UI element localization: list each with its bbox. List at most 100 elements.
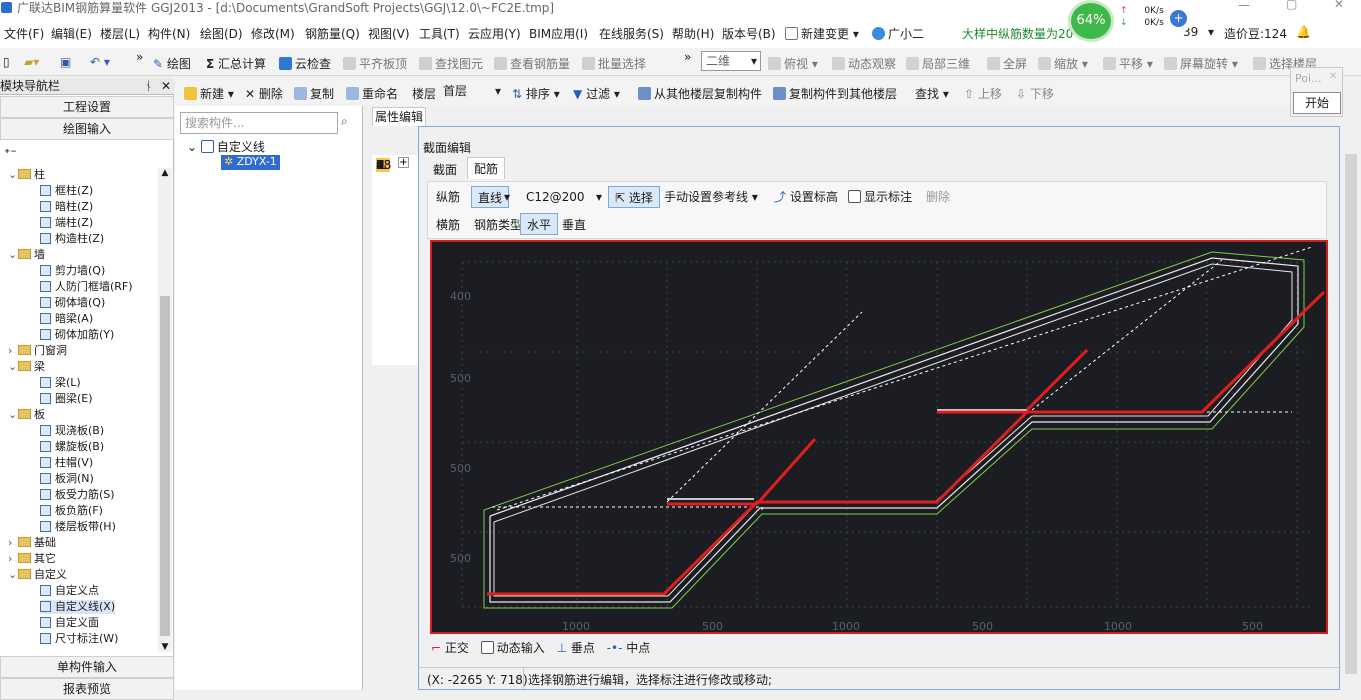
toolbar1-more-icon[interactable]: » bbox=[684, 50, 691, 64]
tree-item[interactable]: 圈梁(E) bbox=[40, 392, 93, 406]
tree-item[interactable]: 自定义点 bbox=[40, 584, 99, 598]
tree-item[interactable]: 楼层板带(H) bbox=[40, 520, 116, 534]
tree-child-zdyx1[interactable]: ✲ ZDYX-1 bbox=[221, 155, 280, 170]
menu-new-change[interactable]: 新建变更 ▾ bbox=[785, 25, 859, 42]
menu-file[interactable]: 文件(F) bbox=[4, 25, 44, 42]
delete-button[interactable]: ✕ 删除 bbox=[245, 85, 283, 102]
menu-assistant[interactable]: 广小二 bbox=[872, 25, 924, 42]
tree-item[interactable]: 板负筋(F) bbox=[40, 504, 103, 518]
scroll-down-icon[interactable]: ▼ bbox=[158, 642, 172, 652]
menu-view[interactable]: 视图(V) bbox=[368, 25, 410, 42]
menu-modify[interactable]: 修改(M) bbox=[251, 25, 295, 42]
tree-scrollbar[interactable]: ▲ ▼ bbox=[158, 168, 172, 652]
rotate-button[interactable]: 屏幕旋转 ▾ bbox=[1164, 55, 1238, 72]
rename-button[interactable]: 重命名 bbox=[346, 85, 398, 102]
tree-root[interactable]: ⌄ 自定义线 bbox=[187, 138, 265, 155]
plus-icon[interactable]: + bbox=[1170, 10, 1187, 27]
dynamic-view-button[interactable]: 动态观察 bbox=[832, 55, 896, 72]
ortho-button[interactable]: ⌐ 正交 bbox=[431, 641, 469, 655]
find-button[interactable]: 查找 ▾ bbox=[915, 85, 949, 102]
menu-cloud[interactable]: 云应用(Y) bbox=[468, 25, 521, 42]
tree-folder[interactable]: › 门窗洞 bbox=[8, 344, 67, 358]
popup-close-icon[interactable]: ✕ bbox=[1329, 71, 1337, 82]
sort-button[interactable]: ⇅ 排序 ▾ bbox=[512, 85, 560, 102]
network-widget[interactable]: 64% ↑ 0K/s ↓ 0K/s + bbox=[1068, 0, 1196, 42]
tree-item[interactable]: 暗柱(Z) bbox=[40, 200, 93, 214]
new-file-icon[interactable]: ▯ bbox=[3, 55, 10, 69]
tree-item[interactable]: 尺寸标注(W) bbox=[40, 632, 118, 646]
expand-icon[interactable]: › bbox=[8, 344, 18, 358]
dynamic-input-button[interactable]: 动态输入 bbox=[480, 641, 545, 655]
search-icon[interactable]: ⌕ bbox=[341, 114, 348, 129]
expand-icon[interactable]: › bbox=[8, 552, 18, 566]
vertical-button[interactable]: 垂直 bbox=[556, 214, 592, 236]
menu-component[interactable]: 构件(N) bbox=[148, 25, 190, 42]
sum-button[interactable]: Σ 汇总计算 bbox=[206, 55, 266, 72]
close-icon[interactable]: ✕ bbox=[1334, 0, 1344, 11]
draw-input-button[interactable]: 绘图输入 bbox=[0, 118, 174, 140]
tab-section[interactable]: 截面 bbox=[427, 159, 463, 181]
tree-folder[interactable]: › 其它 bbox=[8, 552, 56, 566]
row-expand-icon[interactable]: + bbox=[398, 157, 409, 168]
menu-online[interactable]: 在线服务(S) bbox=[599, 25, 664, 42]
tree-folder[interactable]: ⌄ 柱 bbox=[8, 168, 45, 182]
line-dropdown-icon[interactable]: ▾ bbox=[504, 186, 510, 208]
scroll-thumb[interactable] bbox=[160, 296, 170, 636]
tree-folder[interactable]: ⌄ 梁 bbox=[8, 360, 45, 374]
search-input[interactable]: 搜索构件... bbox=[180, 112, 338, 134]
menu-draw[interactable]: 绘图(D) bbox=[200, 25, 243, 42]
drawing-canvas[interactable]: 400 500 500 500 1000 500 1000 500 1000 5… bbox=[430, 240, 1328, 634]
perp-button[interactable]: ⊥ 垂点 bbox=[557, 641, 595, 655]
menu-bim[interactable]: BIM应用(I) bbox=[529, 25, 588, 42]
toolbar-more-icon[interactable]: » bbox=[136, 50, 143, 64]
tree-item[interactable]: 梁(L) bbox=[40, 376, 81, 390]
select-button[interactable]: ⇱ 选择 bbox=[608, 186, 660, 208]
minimize-icon[interactable]: — bbox=[1238, 0, 1250, 12]
tree-item[interactable]: 现浇板(B) bbox=[40, 424, 104, 438]
bell-icon[interactable]: 🔔 bbox=[1296, 25, 1311, 39]
top-view-button[interactable]: 俯视 ▾ bbox=[768, 55, 818, 72]
batch-select-button[interactable]: 批量选择 bbox=[582, 55, 646, 72]
zoom-button[interactable]: 缩放 ▾ bbox=[1038, 55, 1088, 72]
tree-item[interactable]: 自定义线(X) bbox=[40, 600, 116, 614]
drawing-svg[interactable]: 400 500 500 500 1000 500 1000 500 1000 5… bbox=[432, 242, 1326, 633]
expand-icon[interactable]: › bbox=[8, 536, 18, 550]
show-dim-button[interactable]: 显示标注 bbox=[842, 186, 918, 208]
nav-close-icon[interactable]: ✕ bbox=[161, 78, 171, 95]
view-rebar-button[interactable]: 查看钢筋量 bbox=[494, 55, 570, 72]
manual-ref-line-button[interactable]: 手动设置参考线 ▾ bbox=[658, 186, 764, 208]
spec-select[interactable]: C12@200 ▾ bbox=[520, 186, 606, 208]
project-settings-button[interactable]: 工程设置 bbox=[0, 96, 174, 118]
local-3d-button[interactable]: 局部三维 bbox=[906, 55, 970, 72]
open-folder-icon[interactable]: ▰▾ bbox=[24, 55, 39, 69]
midpoint-button[interactable]: -•- 中点 bbox=[607, 641, 651, 655]
horizontal-button[interactable]: 水平 bbox=[520, 213, 559, 235]
maximize-icon[interactable]: ▢ bbox=[1286, 0, 1297, 11]
collapse-icon[interactable]: ⌄ bbox=[8, 360, 18, 374]
copy-to-floor-button[interactable]: 复制构件到其他楼层 bbox=[773, 85, 897, 102]
view-mode-select[interactable]: 二维 ▾ bbox=[701, 51, 761, 71]
collapse-icon[interactable]: ⌄ bbox=[8, 408, 18, 422]
collapse-icon[interactable]: ⌄ bbox=[8, 568, 18, 582]
start-button[interactable]: 开始 bbox=[1293, 92, 1341, 114]
menu-edit[interactable]: 编辑(E) bbox=[51, 25, 92, 42]
tree-item[interactable]: 端柱(Z) bbox=[40, 216, 93, 230]
right-scroll-thumb[interactable] bbox=[1345, 154, 1357, 674]
tree-item[interactable]: 板受力筋(S) bbox=[40, 488, 115, 502]
collapse-icon[interactable]: ⌄ bbox=[8, 168, 18, 182]
pin-icon[interactable]: ᚾ bbox=[145, 78, 152, 95]
draw-button[interactable]: ✎ 绘图 bbox=[153, 55, 191, 72]
floor-select[interactable]: 首层 ▾ bbox=[441, 82, 503, 102]
menu-version[interactable]: 版本号(B) bbox=[722, 25, 776, 42]
property-tab[interactable]: 属性编辑 bbox=[372, 107, 426, 126]
menu-tools[interactable]: 工具(T) bbox=[419, 25, 460, 42]
tree-item[interactable]: 剪力墙(Q) bbox=[40, 264, 105, 278]
single-input-button[interactable]: 单构件输入 bbox=[0, 656, 174, 678]
flush-top-button[interactable]: 平齐板顶 bbox=[343, 55, 407, 72]
tree-folder[interactable]: ⌄ 自定义 bbox=[8, 568, 67, 582]
tree-item[interactable]: 暗梁(A) bbox=[40, 312, 93, 326]
cloud-check-button[interactable]: 云检查 bbox=[279, 55, 331, 72]
tree-item[interactable]: 框柱(Z) bbox=[40, 184, 93, 198]
tree-item[interactable]: 自定义面 bbox=[40, 616, 99, 630]
tree-item[interactable]: 砌体加筋(Y) bbox=[40, 328, 114, 342]
